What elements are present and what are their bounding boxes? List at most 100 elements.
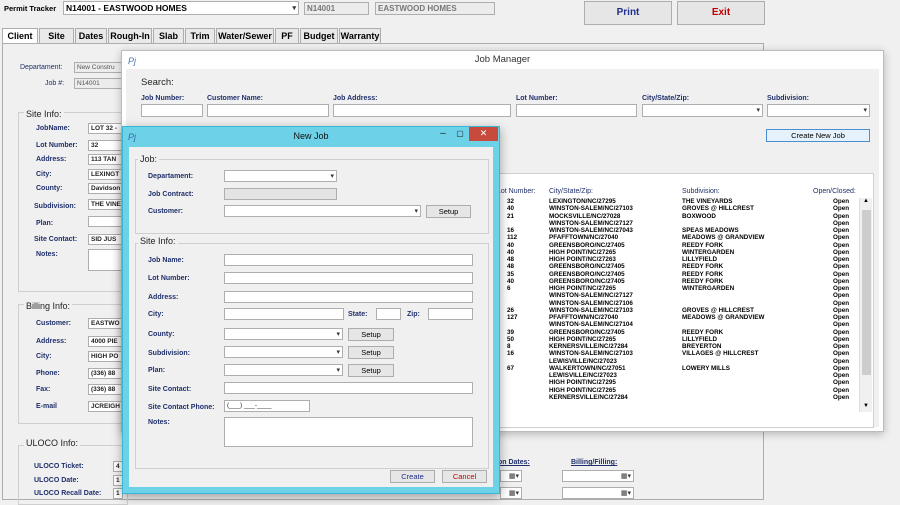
email-field[interactable]: JCREIGH bbox=[88, 401, 123, 412]
cell-subdivision: REEDY FORK bbox=[682, 270, 724, 278]
job-name-field[interactable]: LOT 32 - bbox=[88, 123, 123, 134]
grid-header-open[interactable]: Open/Closed: bbox=[813, 188, 856, 195]
cell-city: HIGH POINT/NC/27265 bbox=[549, 285, 616, 292]
cell-status: Open bbox=[833, 256, 850, 263]
cell-lot: 40 bbox=[507, 241, 515, 249]
inspection-date-picker-1[interactable]: ▦▾ bbox=[500, 470, 522, 482]
grid-scrollbar[interactable]: ▲ ▼ bbox=[859, 198, 872, 412]
nj-site-contact-phone-input[interactable]: (___) ___-____ bbox=[224, 400, 310, 412]
scroll-down-icon[interactable]: ▼ bbox=[863, 403, 869, 409]
maximize-icon[interactable]: ▢ bbox=[450, 127, 470, 141]
cell-status: Open bbox=[833, 335, 850, 343]
site-contact-field[interactable]: SID JUS bbox=[88, 234, 123, 245]
notes-field[interactable] bbox=[88, 249, 123, 271]
inspection-date-picker-2[interactable]: ▦▾ bbox=[500, 487, 522, 499]
cell-status: Open bbox=[833, 248, 850, 256]
tab-rough-in[interactable]: Rough-In bbox=[108, 28, 152, 43]
cell-subdivision: REEDY FORK bbox=[682, 241, 724, 249]
nj-cancel-button[interactable]: Cancel bbox=[442, 470, 487, 483]
create-new-job-button[interactable]: Create New Job bbox=[766, 129, 870, 142]
nj-create-button[interactable]: Create bbox=[390, 470, 435, 483]
grid-header-lot[interactable]: Lot Number: bbox=[497, 188, 536, 195]
scroll-thumb[interactable] bbox=[862, 210, 871, 375]
tab-client[interactable]: Client bbox=[2, 28, 38, 44]
cell-city: LEWISVILLE/NC/27023 bbox=[549, 357, 617, 365]
cell-subdivision: GROVES @ HILLCREST bbox=[682, 306, 754, 314]
county-field[interactable]: Davidson bbox=[88, 183, 123, 194]
grid-header-city[interactable]: City/State/Zip: bbox=[549, 188, 593, 195]
tab-water-sewer[interactable]: Water/Sewer bbox=[216, 28, 274, 43]
nj-city-input[interactable] bbox=[224, 308, 344, 320]
email-label: E-mail bbox=[36, 403, 58, 410]
nj-subdivision-select[interactable]: ▾ bbox=[224, 346, 343, 358]
search-job-number-input[interactable] bbox=[141, 104, 203, 117]
search-customer-name-input[interactable] bbox=[207, 104, 329, 117]
nj-notes-input[interactable] bbox=[224, 417, 473, 447]
tab-slab[interactable]: Slab bbox=[153, 28, 184, 43]
job-number-label: Job #: bbox=[45, 80, 65, 87]
cell-lot: 127 bbox=[507, 314, 518, 321]
nj-plan-select[interactable]: ▾ bbox=[224, 364, 343, 376]
search-lot-number-label: Lot Number: bbox=[516, 95, 558, 102]
print-button[interactable]: Print bbox=[584, 1, 672, 25]
close-icon[interactable]: ✕ bbox=[469, 127, 498, 141]
nj-county-select[interactable]: ▾ bbox=[224, 328, 343, 340]
tab-budget[interactable]: Budget bbox=[300, 28, 338, 43]
calendar-icon: ▦▾ bbox=[508, 490, 519, 497]
nj-county-setup-button[interactable]: Setup bbox=[348, 328, 394, 341]
cell-city: HIGH POINT/NC/27295 bbox=[549, 379, 616, 387]
cell-city: KERNERSVILLE/NC/27284 bbox=[549, 393, 628, 401]
nj-customer-setup-button[interactable]: Setup bbox=[426, 205, 471, 218]
tab-trim[interactable]: Trim bbox=[185, 28, 215, 43]
scroll-up-icon[interactable]: ▲ bbox=[863, 198, 869, 204]
grid-header-subdivision[interactable]: Subdivision: bbox=[682, 188, 720, 195]
subdivision-field[interactable]: THE VINE bbox=[88, 199, 123, 210]
lot-number-field[interactable]: 32 bbox=[88, 140, 123, 151]
exit-button[interactable]: Exit bbox=[677, 1, 765, 25]
phone-field[interactable]: (336) 88 bbox=[88, 368, 123, 379]
billing-customer-field[interactable]: EASTWO bbox=[88, 318, 123, 329]
search-job-number-label: Job Number: bbox=[141, 95, 185, 102]
uloco-info-heading: ULOCO Info: bbox=[24, 438, 81, 448]
address-field[interactable]: 113 TAN bbox=[88, 154, 123, 165]
cell-status: Open bbox=[833, 350, 850, 358]
search-city-select[interactable]: ▾ bbox=[642, 104, 763, 117]
tab-site[interactable]: Site bbox=[39, 28, 74, 43]
client-site-info-heading: Site Info: bbox=[24, 109, 64, 119]
cell-city: WINSTON-SALEM/NC/27127 bbox=[549, 292, 633, 300]
plan-field[interactable] bbox=[88, 216, 123, 227]
new-job-body: Job: Departament: ▾ Job Contract: Custom… bbox=[129, 147, 493, 487]
tab-dates[interactable]: Dates bbox=[75, 28, 107, 43]
cell-city: KERNERSVILLE/NC/27284 bbox=[549, 343, 628, 350]
nj-zip-input[interactable] bbox=[428, 308, 473, 320]
nj-lot-number-input[interactable] bbox=[224, 272, 473, 284]
billing-address-field[interactable]: 4000 PIE bbox=[88, 336, 123, 347]
billing-date-picker-1[interactable]: ▦▾ bbox=[562, 470, 634, 482]
site-contact-label: Site Contact: bbox=[34, 236, 78, 243]
search-job-address-input[interactable] bbox=[333, 104, 511, 117]
nj-plan-setup-button[interactable]: Setup bbox=[348, 364, 394, 377]
nj-state-label: State: bbox=[348, 311, 368, 318]
permit-select[interactable]: N14001 - EASTWOOD HOMES ▾ bbox=[63, 1, 299, 15]
nj-address-input[interactable] bbox=[224, 291, 473, 303]
tab-warranty[interactable]: Warranty bbox=[339, 28, 381, 43]
search-subdivision-select[interactable]: ▾ bbox=[767, 104, 870, 117]
nj-department-select[interactable]: ▾ bbox=[224, 170, 337, 182]
cell-lot: 40 bbox=[507, 205, 515, 213]
fax-field[interactable]: (336) 88 bbox=[88, 384, 123, 395]
cell-status: Open bbox=[833, 364, 850, 372]
billing-city-field[interactable]: HIGH PO bbox=[88, 351, 123, 362]
nj-customer-select[interactable]: ▾ bbox=[224, 205, 421, 217]
nj-state-input[interactable] bbox=[376, 308, 401, 320]
chevron-down-icon: ▾ bbox=[330, 173, 334, 180]
nj-job-name-input[interactable] bbox=[224, 254, 473, 266]
search-heading: Search: bbox=[141, 77, 174, 88]
billing-date-picker-2[interactable]: ▦▾ bbox=[562, 487, 634, 499]
tab-pf[interactable]: PF bbox=[275, 28, 299, 43]
city-field[interactable]: LEXINGT bbox=[88, 169, 123, 180]
cell-status: Open bbox=[833, 205, 850, 213]
search-lot-number-input[interactable] bbox=[516, 104, 637, 117]
cell-subdivision: VILLAGES @ HILLCREST bbox=[682, 350, 759, 358]
nj-subdivision-setup-button[interactable]: Setup bbox=[348, 346, 394, 359]
nj-site-contact-input[interactable] bbox=[224, 382, 473, 394]
